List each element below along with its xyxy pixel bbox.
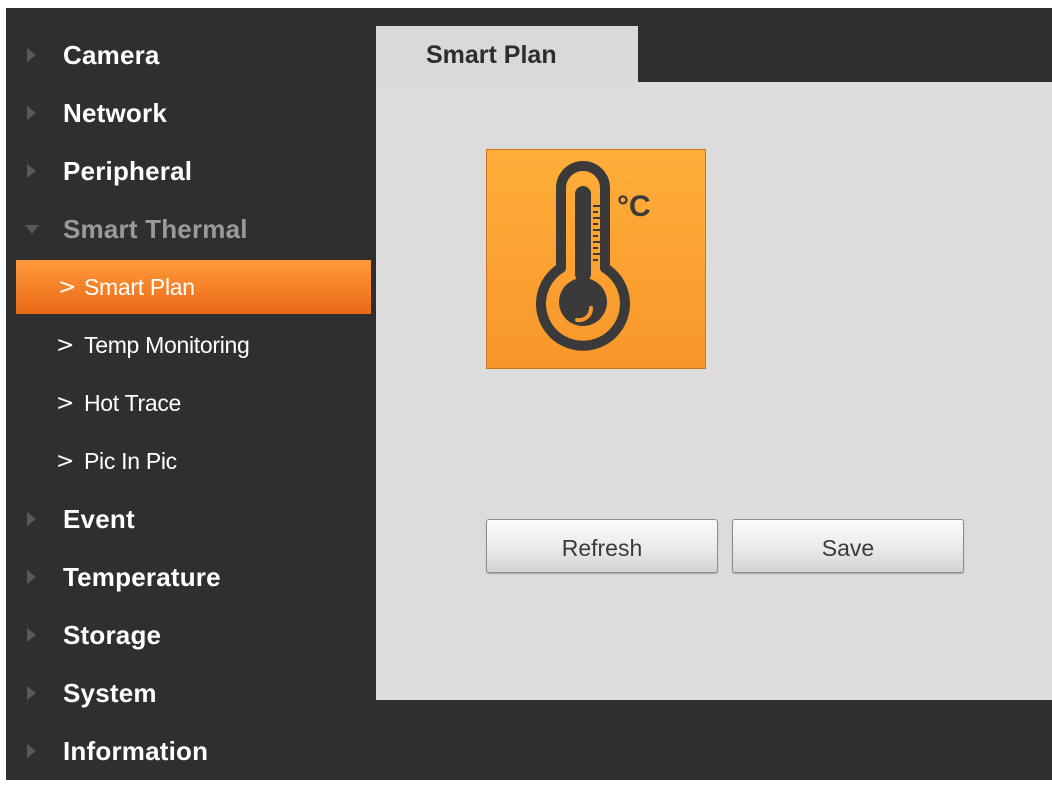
- sidebar-subitem-smart-plan[interactable]: > Smart Plan: [16, 260, 371, 314]
- sidebar-item-label: System: [63, 677, 157, 708]
- sidebar-item-label: Storage: [63, 619, 162, 650]
- sidebar-item-temperature[interactable]: Temperature: [6, 548, 374, 606]
- sidebar-subitem-pic-in-pic[interactable]: > Pic In Pic: [6, 432, 374, 490]
- sidebar-item-label: Peripheral: [63, 155, 193, 186]
- sidebar-item-label: Event: [63, 503, 135, 534]
- caret-right-icon: [27, 686, 36, 700]
- caret-right-icon: [27, 744, 36, 758]
- save-button[interactable]: Save: [732, 519, 964, 573]
- sidebar-item-smart-thermal[interactable]: Smart Thermal: [6, 200, 374, 258]
- sidebar-item-label: Camera: [63, 39, 160, 70]
- sidebar-item-label: Network: [63, 97, 167, 128]
- sidebar-item-label: Smart Thermal: [63, 213, 248, 244]
- sidebar-subitem-temp-monitoring[interactable]: > Temp Monitoring: [6, 316, 374, 374]
- thermometer-icon: °C: [536, 161, 651, 351]
- tab-smart-plan[interactable]: Smart Plan: [376, 26, 638, 88]
- sidebar-item-information[interactable]: Information: [6, 722, 374, 780]
- caret-right-icon: [27, 106, 36, 120]
- sidebar-item-camera[interactable]: Camera: [6, 26, 374, 84]
- sidebar-subitem-label: Pic In Pic: [84, 447, 177, 474]
- sidebar-item-label: Temperature: [63, 561, 221, 592]
- caret-right-icon: [27, 512, 36, 526]
- sidebar-item-event[interactable]: Event: [6, 490, 374, 548]
- smart-thermal-tile[interactable]: °C: [486, 149, 706, 369]
- chevron-right-icon: >: [56, 332, 75, 358]
- celsius-unit-label: °C: [617, 190, 651, 223]
- caret-right-icon: [27, 628, 36, 642]
- sidebar-item-peripheral[interactable]: Peripheral: [6, 142, 374, 200]
- sidebar-item-storage[interactable]: Storage: [6, 606, 374, 664]
- sidebar-subitem-label: Temp Monitoring: [84, 331, 250, 358]
- sidebar-item-label: Information: [63, 735, 209, 766]
- sidebar-subitem-hot-trace[interactable]: > Hot Trace: [6, 374, 374, 432]
- sidebar-subitem-label: Smart Plan: [84, 273, 195, 300]
- caret-down-icon: [25, 225, 39, 234]
- tab-label: Smart Plan: [426, 41, 557, 69]
- chevron-right-icon: >: [58, 274, 77, 300]
- sidebar-subitem-label: Hot Trace: [84, 389, 182, 416]
- caret-right-icon: [27, 164, 36, 178]
- content-panel: °C Refresh Save: [376, 82, 1052, 700]
- app-frame: Camera Network Peripheral Smart Thermal …: [6, 8, 1052, 780]
- caret-right-icon: [27, 570, 36, 584]
- chevron-right-icon: >: [56, 390, 75, 416]
- caret-right-icon: [27, 48, 36, 62]
- sidebar-nav: Camera Network Peripheral Smart Thermal …: [6, 26, 374, 780]
- sidebar-item-network[interactable]: Network: [6, 84, 374, 142]
- sidebar-item-system[interactable]: System: [6, 664, 374, 722]
- chevron-right-icon: >: [56, 448, 75, 474]
- refresh-button[interactable]: Refresh: [486, 519, 718, 573]
